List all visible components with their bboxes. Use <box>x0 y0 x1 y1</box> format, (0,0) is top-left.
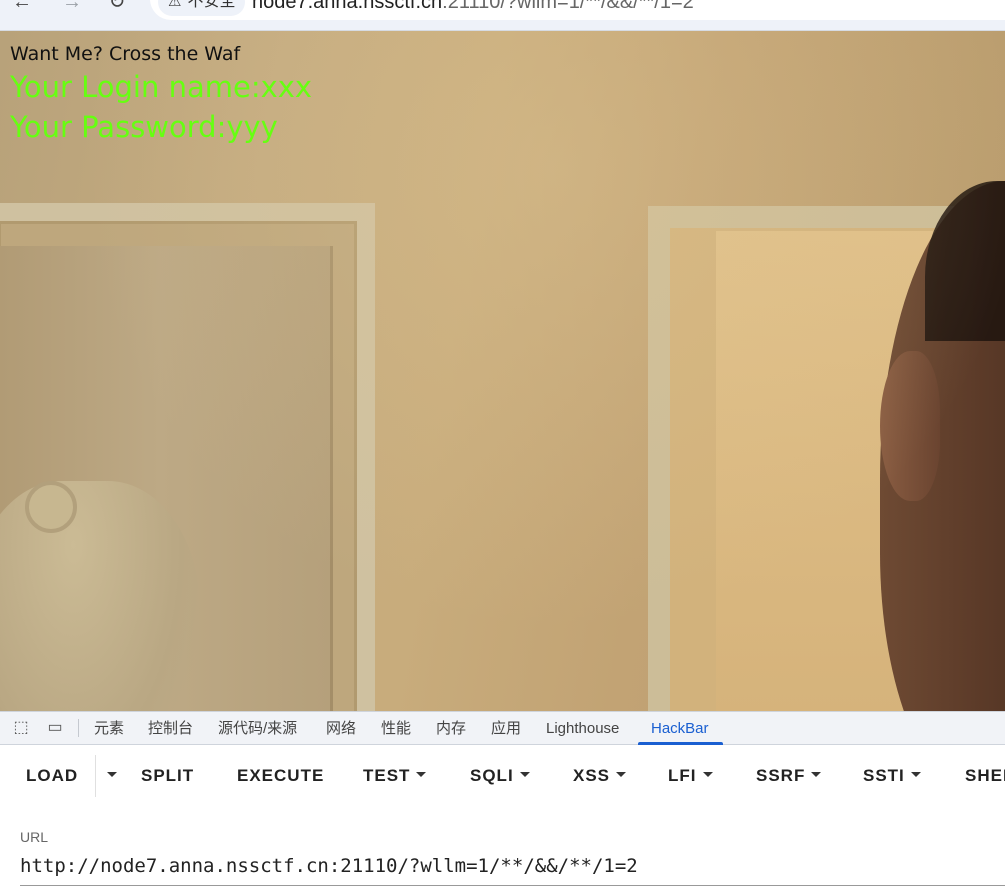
ssti-menu-button[interactable]: SSTI <box>863 763 921 789</box>
lfi-label: LFI <box>668 766 697 785</box>
url-host: node7.anna.nssctf.cn <box>252 0 443 13</box>
chevron-down-icon <box>416 772 427 778</box>
url-input[interactable]: http://node7.anna.nssctf.cn:21110/?wllm=… <box>20 855 638 877</box>
chevron-down-icon <box>107 772 117 778</box>
sqli-menu-button[interactable]: SQLI <box>470 763 530 789</box>
test-label: TEST <box>363 766 411 785</box>
back-arrow-icon[interactable]: ← <box>8 0 36 16</box>
password-text: Your Password:yyy <box>10 110 278 144</box>
ssrf-label: SSRF <box>756 766 806 785</box>
url-input-underline <box>20 885 1005 886</box>
shell-menu-button[interactable]: SHEI <box>965 763 1005 789</box>
reload-icon[interactable]: ↻ <box>103 0 131 16</box>
page-viewport: Want Me? Cross the Waf Your Login name:x… <box>0 31 1005 711</box>
tab-memory[interactable]: 内存 <box>436 712 466 745</box>
url-path: :21110/?wllm=1/**/&&/**/1=2 <box>442 0 694 13</box>
tab-application[interactable]: 应用 <box>491 712 521 745</box>
url-field-label: URL <box>20 829 49 845</box>
tab-console[interactable]: 控制台 <box>148 712 193 745</box>
chevron-down-icon <box>811 772 822 778</box>
address-bar[interactable]: ⚠ 不安全 node7.anna.nssctf.cn:21110/?wllm=1/… <box>150 0 1005 20</box>
hackbar-panel: LOAD SPLIT EXECUTE TEST SQLI XSS LFI SSR… <box>0 745 1005 896</box>
security-indicator[interactable]: ⚠ 不安全 <box>158 0 246 16</box>
chevron-down-icon <box>616 772 627 778</box>
load-button[interactable]: LOAD <box>26 763 78 789</box>
execute-button[interactable]: EXECUTE <box>237 763 324 789</box>
tab-elements[interactable]: 元素 <box>94 712 124 745</box>
chevron-down-icon <box>702 772 713 778</box>
lfi-menu-button[interactable]: LFI <box>668 763 713 789</box>
page-text-block: Want Me? Cross the Waf Your Login name:x… <box>10 41 312 147</box>
chevron-down-icon <box>519 772 530 778</box>
split-button[interactable]: SPLIT <box>141 763 194 789</box>
waf-banner: Want Me? Cross the Waf <box>10 43 241 65</box>
chevron-down-icon <box>910 772 921 778</box>
tab-lighthouse[interactable]: Lighthouse <box>546 712 619 745</box>
devtools-separator <box>78 719 79 737</box>
xss-label: XSS <box>573 766 611 785</box>
security-label: 不安全 <box>187 0 236 10</box>
forward-arrow-icon[interactable]: → <box>58 0 86 16</box>
sqli-label: SQLI <box>470 766 514 785</box>
load-divider <box>95 755 96 797</box>
test-menu-button[interactable]: TEST <box>363 763 427 789</box>
tab-sources[interactable]: 源代码/来源 <box>218 712 297 745</box>
browser-toolbar: ← → ↻ ⚠ 不安全 node7.anna.nssctf.cn:21110/?w… <box>0 0 1005 31</box>
ssti-label: SSTI <box>863 766 905 785</box>
ssrf-menu-button[interactable]: SSRF <box>756 763 822 789</box>
warning-icon: ⚠ <box>168 0 182 10</box>
device-toolbar-icon[interactable]: ▭ <box>44 718 66 738</box>
address-url[interactable]: node7.anna.nssctf.cn:21110/?wllm=1/**/&&… <box>252 0 694 16</box>
login-name-text: Your Login name:xxx <box>10 70 313 104</box>
devtools-tabbar: ⬚ ▭ 元素 控制台 源代码/来源 网络 性能 内存 应用 Lighthouse… <box>0 711 1005 745</box>
tab-performance[interactable]: 性能 <box>381 712 411 745</box>
inspect-element-icon[interactable]: ⬚ <box>10 718 32 738</box>
tab-network[interactable]: 网络 <box>326 712 356 745</box>
tab-hackbar[interactable]: HackBar <box>651 712 709 745</box>
xss-menu-button[interactable]: XSS <box>573 763 627 789</box>
load-dropdown-button[interactable] <box>101 763 117 789</box>
